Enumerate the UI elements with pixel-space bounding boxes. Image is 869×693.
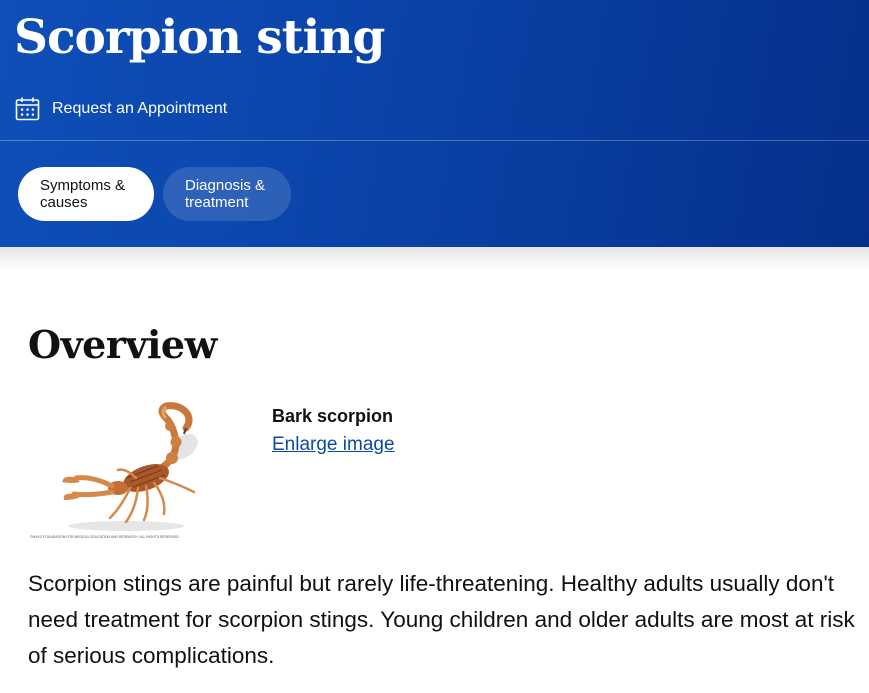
request-appointment-link[interactable]: Request an Appointment: [15, 96, 227, 121]
tab-label: Symptoms & causes: [40, 177, 126, 211]
tab-symptoms-causes[interactable]: Symptoms & causes: [18, 167, 154, 221]
tab-label: Diagnosis & treatment: [185, 177, 266, 211]
section-tabs: Symptoms & causes Diagnosis & treatment: [18, 167, 291, 221]
section-heading: Overview: [28, 322, 217, 367]
request-appointment-label: Request an Appointment: [52, 99, 228, 117]
overview-paragraph: Scorpion stings are painful but rarely l…: [28, 571, 855, 668]
header-shadow: [0, 247, 869, 271]
page-header: Scorpion sting Request an Appointment Sy…: [0, 0, 869, 247]
bark-scorpion-image[interactable]: ©MAYO FOUNDATION FOR MEDICAL EDUCATION A…: [26, 398, 226, 543]
header-divider: [0, 140, 869, 141]
figure-caption: Bark scorpion Enlarge image: [272, 406, 395, 456]
figure-caption-title: Bark scorpion: [272, 406, 394, 426]
enlarge-image-link[interactable]: Enlarge image: [272, 434, 395, 456]
calendar-icon: [15, 97, 40, 121]
page-title: Scorpion sting: [14, 10, 385, 65]
image-credit: ©MAYO FOUNDATION FOR MEDICAL EDUCATION A…: [30, 535, 180, 539]
tab-diagnosis-treatment[interactable]: Diagnosis & treatment: [163, 167, 291, 221]
